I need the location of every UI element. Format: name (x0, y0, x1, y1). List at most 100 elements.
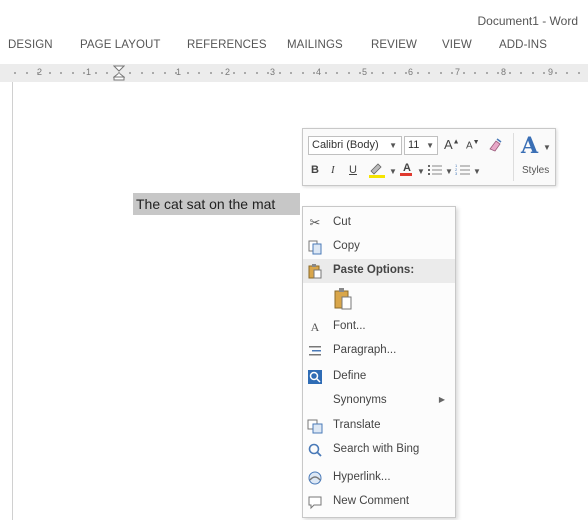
ruler-tick (71, 72, 74, 74)
clear-formatting-icon[interactable] (487, 137, 503, 153)
numbering-icon[interactable]: 1 2 3 (455, 163, 471, 177)
ruler-tick (140, 72, 143, 74)
ruler-tick (405, 72, 407, 74)
menu-item-cut[interactable]: ✂ Cut (303, 211, 455, 235)
ruler-tick (83, 72, 85, 74)
ruler-label: 7 (455, 67, 461, 77)
font-icon: A (310, 320, 320, 334)
menu-item-label: Search with Bing (333, 443, 420, 455)
bold-button[interactable]: B (311, 164, 319, 176)
hyperlink-icon (308, 471, 322, 485)
tab-mailings[interactable]: MAILINGS (287, 39, 343, 51)
tab-review[interactable]: REVIEW (371, 39, 417, 51)
ruler-tick (244, 72, 246, 74)
ruler-tick (255, 72, 258, 74)
grow-font-button[interactable]: A▲ (444, 137, 460, 152)
scissors-icon: ✂ (309, 215, 321, 230)
font-color-button[interactable]: A (400, 162, 414, 176)
paragraph-icon (309, 346, 321, 356)
ruler-tick (497, 72, 499, 74)
ruler-tick (232, 72, 235, 74)
tab-design[interactable]: DESIGN (8, 39, 53, 51)
ruler-tick (543, 72, 545, 74)
tab-references[interactable]: REFERENCES (187, 39, 267, 51)
chevron-down-icon[interactable]: ▼ (389, 141, 397, 150)
tab-view[interactable]: VIEW (442, 39, 472, 51)
menu-item-hyperlink[interactable]: Hyperlink... (303, 466, 455, 490)
styles-button-label[interactable]: Styles (522, 165, 549, 176)
ruler-label: 4 (316, 67, 322, 77)
horizontal-ruler[interactable]: 2 1 1 2 3 4 5 6 7 8 9 (0, 64, 588, 82)
ruler-tick (163, 72, 166, 74)
shrink-font-button[interactable]: A▼ (466, 139, 480, 151)
ruler-label: 2 (225, 67, 231, 77)
paste-options-header: Paste Options: (303, 259, 455, 283)
ruler-tick (359, 72, 361, 74)
ruler-tick (382, 72, 384, 74)
ruler-tick (336, 72, 338, 74)
ruler-tick (267, 72, 269, 74)
menu-item-translate[interactable]: Translate (303, 414, 455, 438)
chevron-down-icon[interactable]: ▼ (543, 143, 551, 152)
ruler-tick (531, 72, 534, 74)
selected-text[interactable]: The cat sat on the mat (133, 193, 300, 215)
chevron-down-icon[interactable]: ▼ (473, 167, 481, 176)
ruler-tick (474, 72, 476, 74)
ruler-tick (14, 72, 16, 74)
menu-item-label: Copy (333, 240, 360, 252)
ruler-tick (152, 72, 154, 74)
svg-text:3: 3 (455, 171, 458, 176)
ruler-tick (198, 72, 200, 74)
tab-page-layout[interactable]: PAGE LAYOUT (80, 39, 161, 51)
ruler-tick (209, 72, 212, 74)
menu-item-synonyms[interactable]: Synonyms ▶ (303, 389, 455, 413)
chevron-down-icon[interactable]: ▼ (417, 167, 425, 176)
ruler-tick (48, 72, 51, 74)
ruler-tick (313, 72, 315, 74)
menu-item-label: Font... (333, 320, 366, 332)
paste-clipboard-icon (334, 288, 352, 310)
bullets-icon[interactable] (427, 163, 443, 177)
chevron-down-icon[interactable]: ▼ (426, 141, 434, 150)
ruler-label: 3 (270, 67, 276, 77)
ruler-tick (347, 72, 350, 74)
underline-button[interactable]: U (349, 164, 357, 176)
font-name-box[interactable]: Calibri (Body) ▼ (308, 136, 402, 155)
ruler-tick (290, 72, 292, 74)
font-size-value: 11 (408, 139, 420, 151)
ruler-tick (439, 72, 442, 74)
menu-item-label: Paste Options: (333, 264, 415, 276)
styles-icon[interactable]: A (521, 133, 538, 159)
italic-button[interactable]: I (331, 164, 335, 176)
menu-item-new-comment[interactable]: New Comment (303, 490, 455, 514)
ruler-tick (566, 72, 568, 74)
ruler-tick (577, 72, 580, 74)
chevron-down-icon[interactable]: ▼ (445, 167, 453, 176)
copy-icon (308, 240, 322, 255)
menu-item-font[interactable]: A Font... (303, 315, 455, 339)
chevron-down-icon[interactable]: ▼ (389, 167, 397, 176)
highlight-button[interactable] (367, 162, 387, 178)
ruler-tick (186, 72, 189, 74)
ruler-label: 5 (362, 67, 368, 77)
context-menu: ✂ Cut Copy Paste Options: A Font... Para… (302, 206, 456, 518)
search-icon (308, 443, 322, 457)
ruler-tick (129, 72, 131, 74)
ruler-tick (485, 72, 488, 74)
ruler-tick (324, 72, 327, 74)
translate-icon (307, 419, 323, 434)
menu-item-label: Define (333, 370, 367, 382)
font-size-box[interactable]: 11 ▼ (404, 136, 438, 155)
ruler-tick (278, 72, 281, 74)
ruler-tick (106, 72, 108, 74)
ruler-tick (60, 72, 62, 74)
paste-keep-formatting-button[interactable] (303, 285, 455, 313)
font-name-value: Calibri (Body) (312, 139, 379, 151)
submenu-arrow-icon: ▶ (438, 395, 445, 404)
menu-item-paragraph[interactable]: Paragraph... (303, 339, 455, 363)
menu-item-define[interactable]: Define (303, 365, 455, 389)
menu-item-copy[interactable]: Copy (303, 235, 455, 259)
ruler-label: 6 (408, 67, 414, 77)
menu-item-search-with-bing[interactable]: Search with Bing (303, 438, 455, 462)
tab-add-ins[interactable]: ADD-INS (499, 39, 547, 51)
